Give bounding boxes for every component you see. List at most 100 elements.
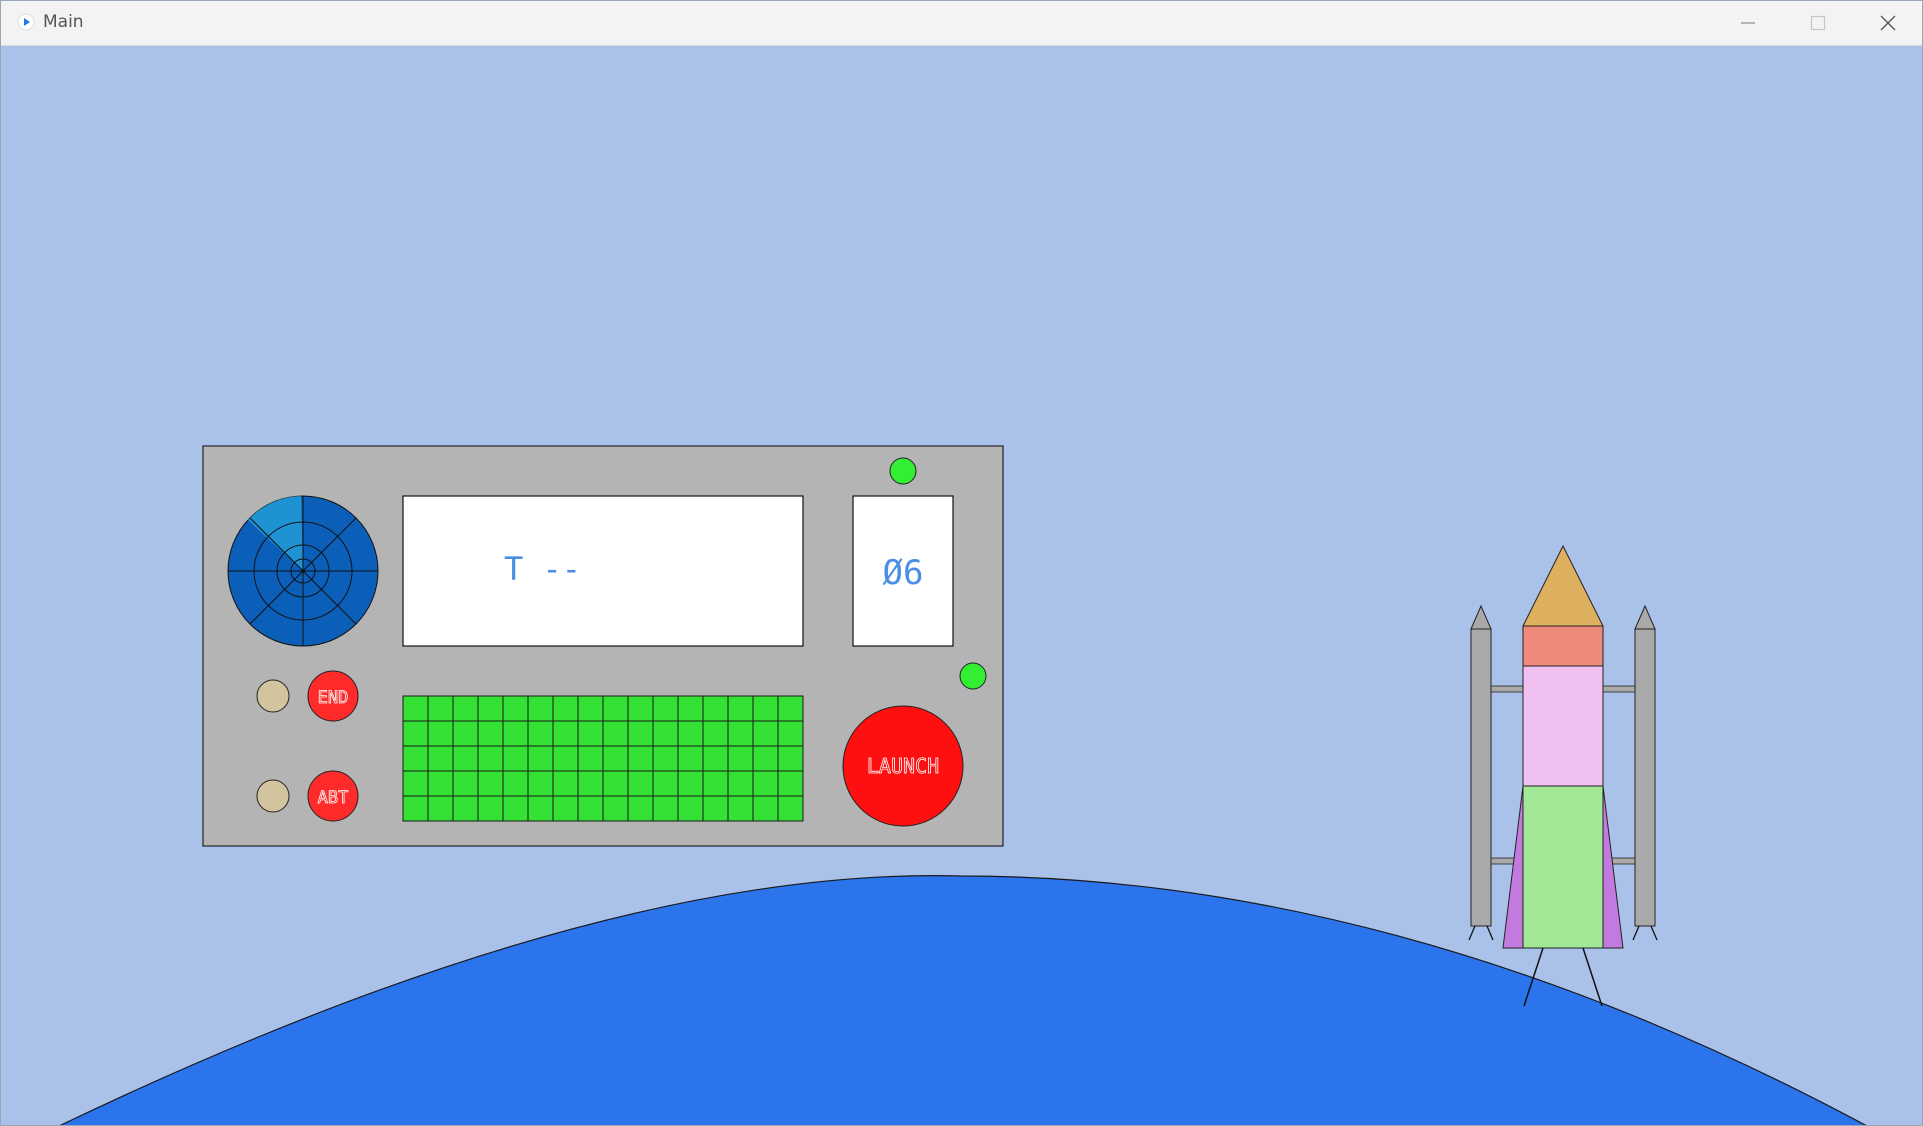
grid-cell (402, 745, 429, 772)
abort-button-label: ABT (318, 788, 349, 808)
grid-cell (652, 720, 679, 747)
grid-cell (502, 745, 529, 772)
grid-cell (552, 795, 579, 822)
grid-cell (777, 695, 804, 722)
close-button[interactable] (1855, 1, 1921, 45)
title-bar[interactable]: Main (1, 1, 1922, 46)
grid-cell (427, 770, 454, 797)
rocket-lower-section (1522, 785, 1604, 949)
grid-cell (627, 720, 654, 747)
grid-cell (577, 795, 604, 822)
grid-cell (702, 745, 729, 772)
grid-cell (527, 770, 554, 797)
grid-cell (452, 745, 479, 772)
grid-cell (527, 745, 554, 772)
grid-cell (477, 695, 504, 722)
grid-cell (427, 695, 454, 722)
close-icon (1880, 15, 1896, 31)
scene: T -- Ø6 END ABT LAUNCH (59, 445, 1867, 1125)
grid-cell (452, 795, 479, 822)
grid-cell (427, 795, 454, 822)
grid-cell (777, 795, 804, 822)
grid-cell (777, 770, 804, 797)
grid-cell (752, 795, 779, 822)
rocket-fin-right (1602, 785, 1624, 949)
grid-cell (577, 770, 604, 797)
grid-cell (652, 770, 679, 797)
grid-cell (527, 720, 554, 747)
grid-cell (677, 745, 704, 772)
rocket (1468, 544, 1658, 1007)
countdown-screen (402, 495, 804, 647)
status-light-top (889, 457, 917, 485)
grid-cell (627, 795, 654, 822)
grid-cell (452, 695, 479, 722)
grid-cell (402, 695, 429, 722)
grid-cell (552, 770, 579, 797)
grid-cell (677, 720, 704, 747)
grid-cell (477, 745, 504, 772)
grid-cell (552, 745, 579, 772)
end-indicator (256, 679, 290, 713)
grid-cell (502, 720, 529, 747)
grid-cell (502, 795, 529, 822)
window-title: Main (43, 12, 84, 32)
play-icon (17, 13, 35, 31)
booster-strut (1490, 685, 1524, 693)
grid-cell (502, 770, 529, 797)
grid-cell (477, 795, 504, 822)
grid-cell (602, 720, 629, 747)
grid-cell (402, 770, 429, 797)
grid-cell (752, 745, 779, 772)
grid-cell (727, 695, 754, 722)
grid-cell (577, 720, 604, 747)
grid-cell (677, 795, 704, 822)
launch-button[interactable]: LAUNCH (842, 705, 964, 827)
abort-button[interactable]: ABT (307, 770, 359, 822)
right-booster (1632, 604, 1658, 941)
grid-cell (652, 795, 679, 822)
grid-cell (402, 720, 429, 747)
radar-display (227, 495, 379, 647)
grid-cell (702, 795, 729, 822)
end-button-label: END (318, 688, 349, 708)
grid-cell (452, 720, 479, 747)
launch-button-label: LAUNCH (867, 754, 939, 778)
minimize-button[interactable] (1715, 1, 1781, 45)
grid-cell (627, 745, 654, 772)
countdown-text: T -- (504, 550, 581, 588)
rocket-nose (1522, 544, 1604, 627)
grid-cell (527, 795, 554, 822)
grid-cell (402, 795, 429, 822)
minimize-icon (1741, 22, 1755, 24)
counter-text: Ø6 (883, 553, 924, 593)
grid-cell (727, 745, 754, 772)
grid-cell (552, 695, 579, 722)
grid-cell (502, 695, 529, 722)
maximize-button[interactable] (1785, 1, 1851, 45)
grid-cell (527, 695, 554, 722)
status-light-right (959, 662, 987, 690)
grid-cell (627, 695, 654, 722)
status-grid (402, 695, 804, 822)
grid-cell (677, 770, 704, 797)
grid-cell (777, 720, 804, 747)
game-canvas[interactable]: T -- Ø6 END ABT LAUNCH (1, 46, 1922, 1125)
grid-cell (602, 795, 629, 822)
rocket-mid-section (1522, 665, 1604, 787)
rocket-fin-left (1502, 785, 1524, 949)
grid-cell (652, 745, 679, 772)
grid-cell (552, 720, 579, 747)
grid-cell (752, 695, 779, 722)
end-button[interactable]: END (307, 670, 359, 722)
grid-cell (752, 720, 779, 747)
grid-cell (702, 720, 729, 747)
grid-cell (577, 695, 604, 722)
grid-cell (702, 770, 729, 797)
grid-cell (602, 695, 629, 722)
grid-cell (452, 770, 479, 797)
grid-cell (777, 745, 804, 772)
grid-cell (427, 745, 454, 772)
grid-cell (702, 695, 729, 722)
maximize-icon (1810, 15, 1826, 31)
